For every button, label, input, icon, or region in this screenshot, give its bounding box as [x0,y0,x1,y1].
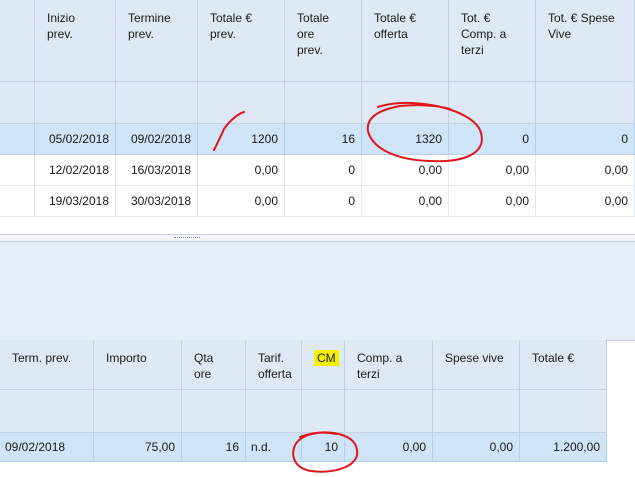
table-cell[interactable]: 1320 [362,124,449,155]
column-header-label: Term. prev. [12,351,72,365]
splitter-bar[interactable] [0,234,635,242]
column-header-label: CM [314,350,339,366]
table-row[interactable]: 09/02/2018 75,00 16 n.d. 10 0,00 0,00 1.… [0,433,607,462]
filter-cell[interactable] [302,390,345,433]
table-cell[interactable]: 30/03/2018 [116,186,198,217]
table-cell[interactable]: 0 [536,124,635,155]
column-header-termine-prev[interactable]: Termine prev. [116,0,198,82]
filter-cell[interactable] [285,82,362,124]
group-band [0,302,635,341]
column-header-label: Importo [106,351,147,365]
column-header-totale[interactable]: Totale € [520,340,607,390]
filter-cell[interactable] [94,390,182,433]
column-header-totale-prev[interactable]: Totale € prev. [198,0,285,82]
table-cell[interactable]: 0 [449,124,536,155]
table-cell[interactable]: 16 [182,433,246,462]
column-header-totale-offerta[interactable]: Totale € offerta [362,0,449,82]
filter-cell[interactable] [35,82,116,124]
filter-cell[interactable] [116,82,198,124]
column-header-label: Totale € [532,351,575,365]
column-header-label: Totale € prev. [210,11,253,41]
table-cell[interactable]: 09/02/2018 [0,433,94,462]
table-cell[interactable]: 16/03/2018 [116,155,198,186]
filter-cell[interactable] [182,390,246,433]
row-selector[interactable] [0,155,35,186]
table-cell[interactable]: 05/02/2018 [35,124,116,155]
column-header-spese-vive[interactable]: Spese vive [433,340,520,390]
column-header-label: Tot. € Spese Vive [548,11,615,41]
filter-cell[interactable] [345,390,433,433]
table-cell[interactable]: 09/02/2018 [116,124,198,155]
table-cell[interactable]: 0,00 [449,155,536,186]
filter-row-corner [0,82,35,124]
filter-cell[interactable] [433,390,520,433]
column-header-importo[interactable]: Importo [94,340,182,390]
column-header-label: Spese vive [445,351,504,365]
column-header-label: Termine prev. [128,11,171,41]
filter-cell[interactable] [536,82,635,124]
column-header-cm[interactable]: CM [302,340,345,390]
table-cell[interactable]: 12/02/2018 [35,155,116,186]
table-cell[interactable]: n.d. [246,433,302,462]
column-header-label: Tarif. offerta [258,351,292,381]
table-cell[interactable]: 1200 [198,124,285,155]
table-row[interactable]: 19/03/2018 30/03/2018 0,00 0 0,00 0,00 0… [0,186,635,217]
table-cell[interactable]: 1.200,00 [520,433,607,462]
group-band [0,242,635,273]
row-selector[interactable] [0,186,35,217]
filter-cell[interactable] [246,390,302,433]
table-cell[interactable]: 0 [285,186,362,217]
table-cell[interactable]: 10 [302,433,345,462]
filter-cell[interactable] [362,82,449,124]
table-cell[interactable]: 0,00 [536,186,635,217]
table-cell[interactable]: 0,00 [198,155,285,186]
table-cell[interactable]: 0,00 [449,186,536,217]
table-cell[interactable]: 0,00 [536,155,635,186]
column-header-label: Totale ore prev. [297,11,330,57]
column-header-tot-comp-terzi[interactable]: Tot. € Comp. a terzi [449,0,536,82]
table-cell[interactable]: 0,00 [433,433,520,462]
table-cell[interactable]: 19/03/2018 [35,186,116,217]
column-header-totale-ore-prev[interactable]: Totale ore prev. [285,0,362,82]
column-header-tarif-offerta[interactable]: Tarif. offerta [246,340,302,390]
column-header-inizio-prev[interactable]: Inizio prev. [35,0,116,82]
table-cell[interactable]: 0 [285,155,362,186]
column-header-label: Inizio prev. [47,11,76,41]
splitter-grip [174,237,200,239]
table-cell[interactable]: 0,00 [362,155,449,186]
column-header-tot-spese-vive[interactable]: Tot. € Spese Vive [536,0,635,82]
row-header-corner [0,0,35,82]
table-cell[interactable]: 0,00 [345,433,433,462]
filter-cell[interactable] [198,82,285,124]
table-row[interactable]: 12/02/2018 16/03/2018 0,00 0 0,00 0,00 0… [0,155,635,186]
column-header-term-prev[interactable]: Term. prev. [0,340,94,390]
column-header-label: Tot. € Comp. a terzi [461,11,507,57]
filter-cell[interactable] [0,390,94,433]
filter-cell[interactable] [449,82,536,124]
filter-cell[interactable] [520,390,607,433]
column-header-comp-terzi[interactable]: Comp. a terzi [345,340,433,390]
group-band [0,272,635,303]
table-cell[interactable]: 0,00 [198,186,285,217]
row-selector[interactable] [0,124,35,155]
table-cell[interactable]: 0,00 [362,186,449,217]
table-row[interactable]: 05/02/2018 09/02/2018 1200 16 1320 0 0 [0,124,635,155]
column-header-label: Comp. a terzi [357,351,403,381]
table-cell[interactable]: 75,00 [94,433,182,462]
column-header-label: Qta ore [194,351,214,381]
table-cell[interactable]: 16 [285,124,362,155]
column-header-label: Totale € offerta [374,11,417,41]
column-header-qta-ore[interactable]: Qta ore [182,340,246,390]
